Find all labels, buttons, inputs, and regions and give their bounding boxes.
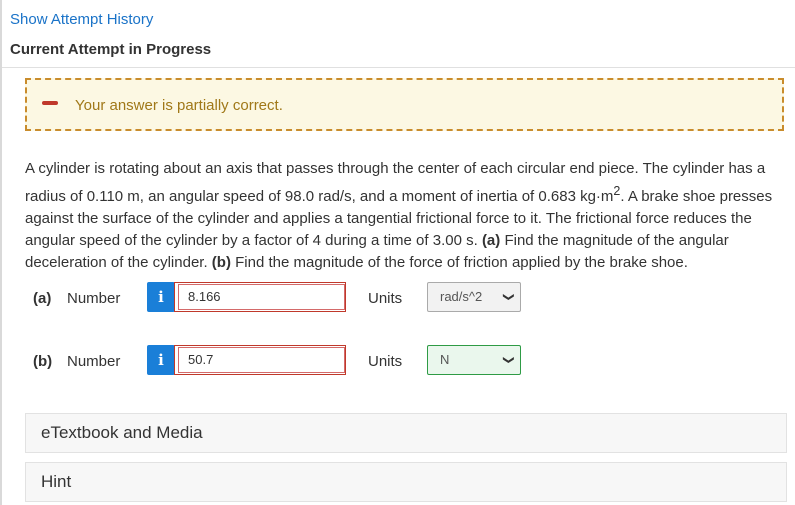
left-rule bbox=[0, 0, 2, 505]
number-input-a[interactable]: 8.166 bbox=[174, 282, 346, 312]
etextbook-panel[interactable]: eTextbook and Media bbox=[25, 413, 787, 453]
question-b-label: (b) bbox=[211, 254, 231, 271]
attempt-title: Current Attempt in Progress bbox=[10, 41, 212, 58]
info-icon[interactable]: i bbox=[147, 282, 175, 312]
alert-message: Your answer is partially correct. bbox=[75, 97, 283, 114]
number-value-a[interactable]: 8.166 bbox=[178, 284, 345, 310]
show-attempt-history-link[interactable]: Show Attempt History bbox=[10, 11, 153, 28]
chevron-down-icon: ❯ bbox=[502, 355, 515, 365]
number-label-a: Number bbox=[67, 290, 121, 307]
units-value-a: rad/s^2 bbox=[440, 289, 483, 304]
chevron-down-icon: ❯ bbox=[502, 292, 515, 302]
partial-correct-alert: Your answer is partially correct. bbox=[25, 78, 784, 131]
part-label-b: (b) bbox=[33, 353, 53, 370]
question-text: A cylinder is rotating about an axis tha… bbox=[25, 158, 785, 274]
units-select-a[interactable]: rad/s^2 ❯ bbox=[427, 282, 521, 312]
number-input-b[interactable]: 50.7 bbox=[174, 345, 346, 375]
partial-icon bbox=[42, 101, 58, 105]
divider bbox=[2, 67, 795, 68]
part-label-a: (a) bbox=[33, 290, 52, 307]
question-a-label: (a) bbox=[481, 232, 501, 249]
number-value-b[interactable]: 50.7 bbox=[178, 347, 345, 373]
units-select-b[interactable]: N ❯ bbox=[427, 345, 521, 375]
number-label-b: Number bbox=[67, 353, 121, 370]
units-value-b: N bbox=[440, 352, 450, 367]
info-icon[interactable]: i bbox=[147, 345, 175, 375]
units-label-b: Units bbox=[368, 353, 403, 370]
question-part-4: Find the magnitude of the force of frict… bbox=[230, 254, 688, 271]
units-label-a: Units bbox=[368, 290, 403, 307]
hint-panel[interactable]: Hint bbox=[25, 462, 787, 502]
